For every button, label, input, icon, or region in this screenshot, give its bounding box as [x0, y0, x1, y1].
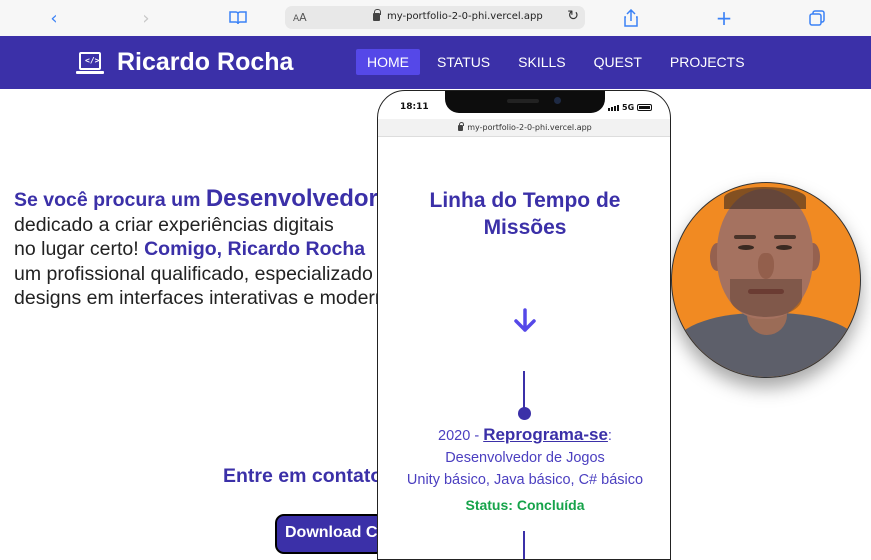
timeline-title: Linha do Tempo de Missões [429, 189, 621, 239]
phone-status-bar: 18:11 5G [378, 91, 670, 121]
phone-signal: 5G [608, 103, 653, 112]
nav-projects[interactable]: PROJECTS [659, 49, 756, 75]
back-icon[interactable]: ‹ [43, 7, 65, 29]
share-icon[interactable] [620, 7, 642, 29]
timeline-dot [518, 407, 531, 420]
hero-line3-highlight: Comigo, Ricardo Rocha [144, 238, 366, 260]
hero-line3-pre: no lugar certo! [14, 238, 145, 260]
site-title[interactable]: Ricardo Rocha [117, 48, 293, 77]
browser-toolbar: ‹ › AA my-portfolio-2-0-phi.vercel.app ↻… [0, 0, 871, 36]
arrow-down-icon [511, 307, 539, 335]
nav-status[interactable]: STATUS [426, 49, 501, 75]
entry-skills: Unity básico, Java básico, C# básico [406, 472, 644, 488]
timeline-line-lower [523, 531, 525, 559]
entry-year: 2020 [438, 428, 471, 444]
signal-icon [608, 104, 619, 111]
bookmarks-icon[interactable] [227, 7, 249, 29]
phone-mockup: 18:11 5G my-portfolio-2-0-phi.vercel.app… [377, 90, 671, 560]
network-label: 5G [622, 103, 635, 112]
address-bar[interactable]: AA my-portfolio-2-0-phi.vercel.app ↻ [285, 6, 585, 29]
phone-lock-icon [458, 121, 465, 131]
entry-status: Status: Concluída [465, 497, 585, 513]
phone-time: 18:11 [400, 102, 429, 112]
phone-notch [445, 91, 605, 113]
nav-skills[interactable]: SKILLS [507, 49, 576, 75]
hero-intro: Se você procura um Desenvolvedor dedicad… [14, 187, 379, 311]
entry-role: Desenvolvedor de Jogos [445, 450, 605, 466]
nav-quest[interactable]: QUEST [583, 49, 653, 75]
profile-avatar [671, 182, 861, 378]
hero-line5: designs em interfaces interativas e mode… [14, 287, 379, 309]
new-tab-icon[interactable]: + [713, 6, 735, 30]
main-nav: HOME STATUS SKILLS QUEST PROJECTS [356, 49, 762, 75]
reader-text-size-button[interactable]: AA [293, 11, 307, 24]
hero-line1-pre: Se você procura um [14, 189, 206, 211]
entry-status-value: Concluída [516, 497, 585, 513]
timeline-line [523, 371, 525, 409]
site-header: </> Ricardo Rocha HOME STATUS SKILLS QUE… [0, 36, 871, 89]
laptop-code-icon: </> [76, 52, 104, 74]
timeline-entry: 2020 - Reprograma-se: Desenvolvedor de J… [378, 424, 670, 491]
reload-icon[interactable]: ↻ [567, 8, 579, 24]
contact-heading: Entre em contato [223, 465, 379, 487]
forward-icon[interactable]: › [135, 7, 157, 29]
entry-org-link[interactable]: Reprograma-se [483, 425, 608, 444]
tabs-icon[interactable] [806, 7, 828, 29]
download-cv-button[interactable]: Download CV [275, 514, 385, 554]
phone-url-text: my-portfolio-2-0-phi.vercel.app [467, 123, 592, 132]
url-text: my-portfolio-2-0-phi.vercel.app [387, 11, 543, 22]
hero-line1-highlight: Desenvolvedor [205, 187, 378, 212]
lock-icon [373, 8, 381, 21]
hero-line4: um profissional qualificado, especializa… [14, 262, 373, 285]
battery-icon [637, 104, 653, 111]
hero-line2: dedicado a criar experiências digitais [14, 213, 334, 236]
nav-home[interactable]: HOME [356, 49, 420, 75]
phone-address-bar[interactable]: my-portfolio-2-0-phi.vercel.app [378, 119, 670, 137]
